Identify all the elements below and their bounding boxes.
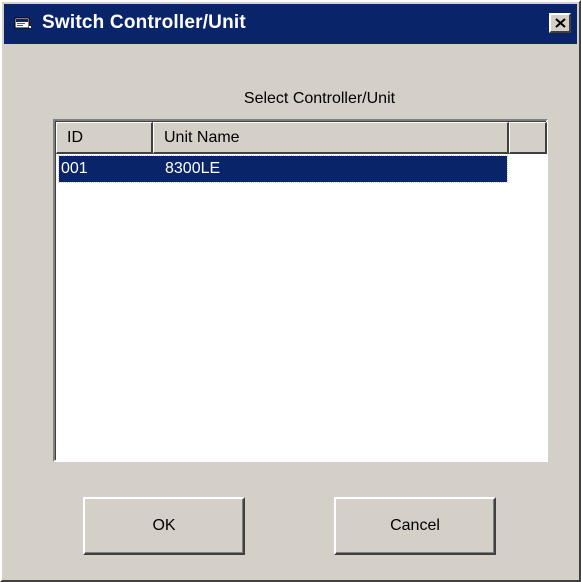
unit-id: 001 bbox=[61, 160, 88, 177]
column-header-id[interactable]: ID bbox=[56, 122, 153, 154]
switch-controller-dialog: Switch Controller/Unit Select Controller… bbox=[0, 0, 581, 582]
select-prompt-label: Select Controller/Unit bbox=[243, 90, 396, 107]
list-header: ID Unit Name bbox=[56, 122, 547, 154]
unit-name: 8300LE bbox=[165, 160, 221, 177]
close-button[interactable] bbox=[549, 13, 571, 33]
column-header-unit-name[interactable]: Unit Name bbox=[153, 122, 509, 154]
close-icon bbox=[555, 18, 566, 28]
cancel-button[interactable]: Cancel bbox=[334, 497, 496, 555]
ok-button[interactable]: OK bbox=[83, 497, 245, 555]
window-title: Switch Controller/Unit bbox=[42, 12, 246, 33]
column-header-filler bbox=[509, 122, 547, 154]
list-item[interactable]: 001 8300LE bbox=[58, 155, 508, 183]
app-window-icon bbox=[14, 16, 32, 32]
title-bar[interactable]: Switch Controller/Unit bbox=[4, 4, 577, 44]
controller-list[interactable]: ID Unit Name 001 8300LE bbox=[53, 119, 548, 462]
